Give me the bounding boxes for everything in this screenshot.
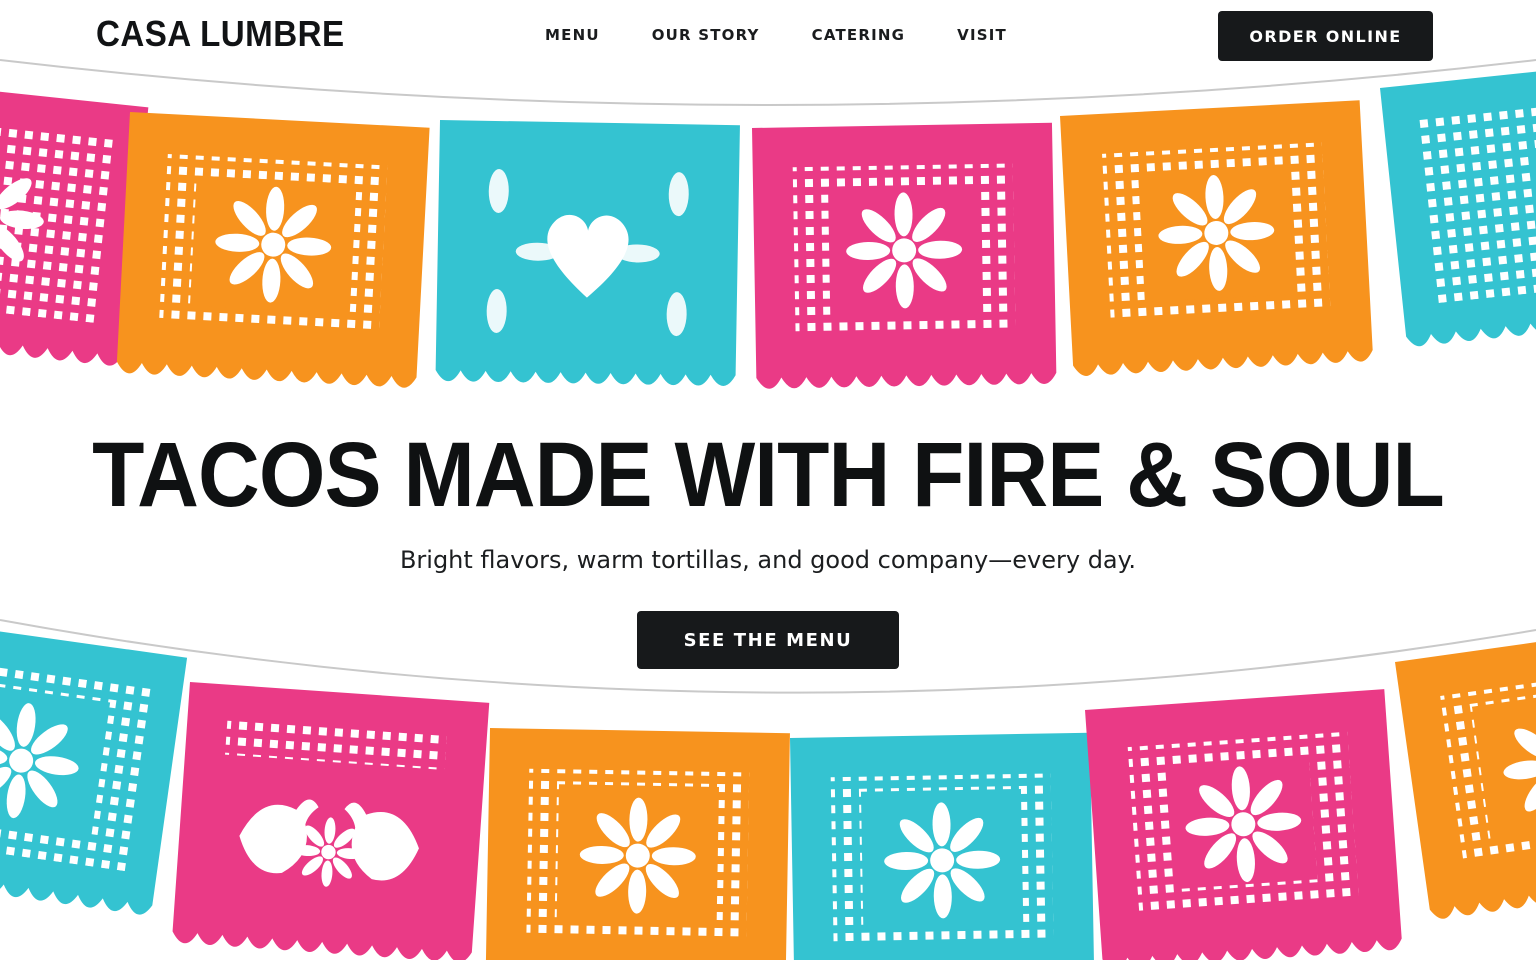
- brand-logo[interactable]: CASA LUMBRE: [96, 12, 345, 56]
- site-header: CASA LUMBRE MENU OUR STORY CATERING VISI…: [0, 0, 1536, 72]
- pink-birds-banner: [171, 682, 490, 960]
- pink-flower-banner: [1085, 689, 1403, 960]
- teal-lattice-banner: [1380, 56, 1536, 348]
- orange-flower-banner: [485, 728, 790, 960]
- teal-heart-banner: [435, 120, 740, 387]
- orange-flower-banner: [116, 112, 430, 389]
- papel-picado-garland-top: [0, 56, 1536, 389]
- orange-flower-banner: [1060, 100, 1374, 377]
- main-nav: MENU OUR STORY CATERING VISIT: [545, 25, 1007, 45]
- see-the-menu-button[interactable]: SEE THE MENU: [637, 611, 899, 669]
- teal-flower-banner: [0, 616, 188, 917]
- hero-section: TACOS MADE WITH FIRE & SOUL Bright flavo…: [0, 420, 1536, 576]
- nav-item-visit[interactable]: VISIT: [957, 25, 1007, 45]
- teal-flower-banner: [790, 732, 1095, 960]
- pink-flower-banner: [752, 122, 1057, 389]
- orange-flower-banner: [1395, 620, 1536, 921]
- nav-item-our-story[interactable]: OUR STORY: [652, 25, 760, 45]
- pink-flower-banner: [0, 76, 149, 367]
- nav-item-menu[interactable]: MENU: [545, 25, 600, 45]
- nav-item-catering[interactable]: CATERING: [812, 25, 906, 45]
- order-online-button[interactable]: ORDER ONLINE: [1218, 11, 1433, 61]
- hero-headline: TACOS MADE WITH FIRE & SOUL: [92, 424, 1445, 526]
- hero-subhead: Bright flavors, warm tortillas, and good…: [399, 546, 1137, 574]
